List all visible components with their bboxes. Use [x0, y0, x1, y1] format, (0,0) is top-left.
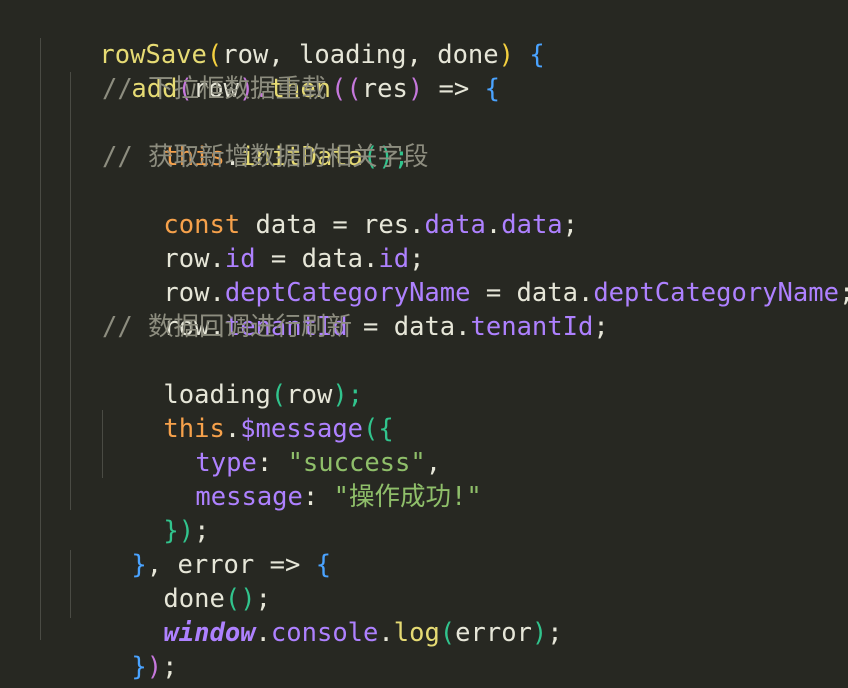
- code-line-14: message: "操作成功!": [195, 482, 482, 512]
- code-editor[interactable]: rowSave(row, loading, done) { add(row).t…: [0, 0, 848, 688]
- comment-line-3: // 数据回调进行刷新: [102, 312, 353, 342]
- code-line-6: const data = res.data.data;: [163, 210, 579, 240]
- code-line-11: loading(row);: [163, 380, 364, 410]
- code-line-13: type: "success",: [195, 448, 442, 478]
- code-line-1: rowSave(row, loading, done) {: [99, 40, 545, 70]
- code-line-9: row.tenantId = data.tenantId;: [163, 312, 609, 342]
- code-line-19: });: [131, 652, 178, 682]
- indent-guide-level-1: [40, 38, 41, 640]
- code-line-16: }, error => {: [131, 550, 332, 580]
- code-line-17: done();: [163, 584, 271, 614]
- code-line-18: window.console.log(error);: [163, 618, 563, 648]
- code-line-4: this.initData();: [163, 142, 410, 172]
- code-line-7: row.id = data.id;: [163, 244, 425, 274]
- code-line-2: add(row).then((res) => {: [131, 74, 500, 104]
- code-line-15: });: [163, 516, 210, 546]
- code-line-8: row.deptCategoryName = data.deptCategory…: [163, 278, 848, 308]
- comment-line-2: // 获取新增数据的相关字段: [102, 142, 429, 172]
- code-line-12: this.$message({: [163, 414, 394, 444]
- comment-line-1: // 下拉框数据重载: [102, 74, 327, 104]
- code-line-20: },: [38, 650, 130, 688]
